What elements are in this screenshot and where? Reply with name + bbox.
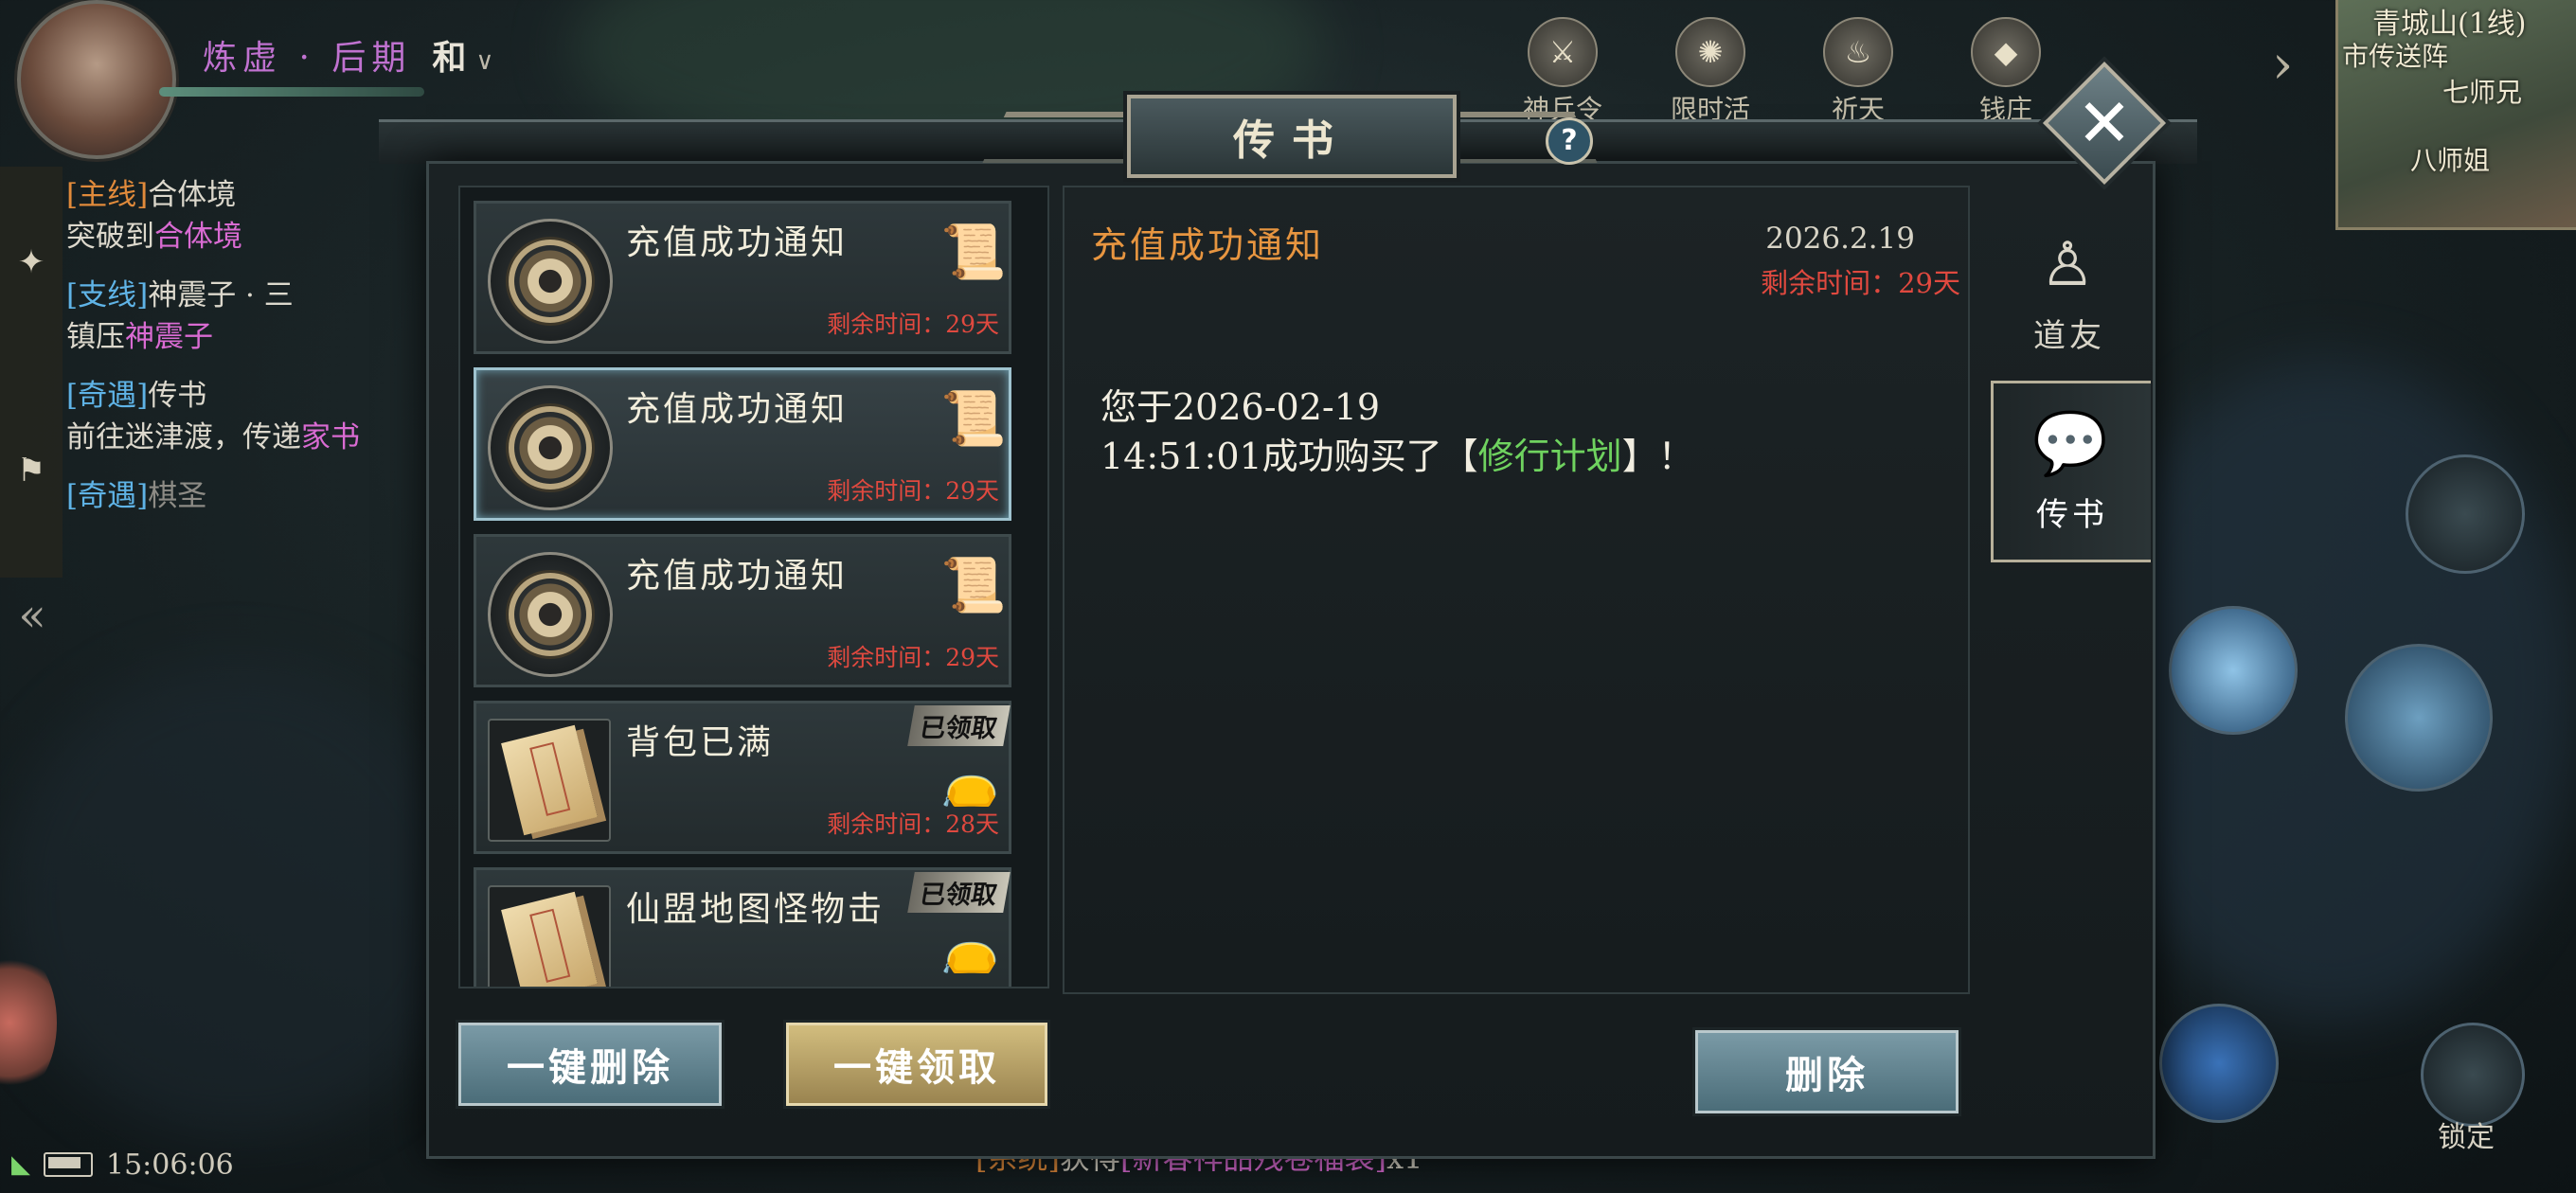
detail-date: 2026.2.19 (1765, 222, 1915, 256)
mail-remaining-time: 剩余时间：28天 (827, 810, 999, 838)
mail-list[interactable]: 充值成功通知 📜 剩余时间：29天 充值成功通知 📜 剩余时间：29天 充值成功… (458, 186, 1049, 988)
mail-detail-panel: 充值成功通知 2026.2.19 剩余时间：29天 您于2026-02-19 1… (1063, 186, 1970, 994)
quest-item[interactable]: [主线]合体境 突破到合体境 (66, 174, 426, 258)
close-icon: ✕ (2076, 84, 2133, 162)
lock-label: 锁定 (2438, 1121, 2495, 1154)
scroll-icon: 📜 (940, 388, 1007, 450)
help-button[interactable]: ? (1546, 117, 1593, 165)
chat-bubble-icon: 💬 (2032, 409, 2112, 479)
mail-title: 背包已满 (626, 723, 775, 762)
mail-item[interactable]: 背包已满 已领取 👝 剩余时间：28天 (474, 701, 1011, 854)
quest-item[interactable]: [奇遇]传书 前往迷津渡，传递家书 (66, 375, 426, 458)
dialog-title: 传书 (1233, 116, 1351, 165)
player-hp-bar (159, 87, 424, 97)
status-bar: ◣ 15:06:06 (0, 1144, 447, 1185)
bag-icon: 👝 (940, 920, 1000, 975)
quest-item[interactable]: [支线]神震子 · 三 镇压神震子 (66, 275, 426, 358)
mail-remaining-time: 剩余时间：29天 (827, 311, 999, 338)
scroll-icon: 📜 (940, 555, 1007, 616)
detail-body-line: 14:51:01成功购买了【修行计划】！ (1100, 436, 1694, 477)
purchased-item-name: 修行计划 (1477, 436, 1622, 477)
detail-remaining-time: 剩余时间：29天 (1761, 267, 1960, 299)
chevron-down-icon[interactable]: ∨ (475, 47, 499, 76)
sword-emblem-icon: ⚔ (1528, 17, 1598, 87)
map-label: 七师兄 (2442, 77, 2523, 108)
collapse-arrow-icon[interactable]: « (8, 585, 57, 646)
clock: 15:06:06 (106, 1148, 234, 1182)
gear-icon (488, 219, 613, 344)
quest-sidebar: ✦ ⚑ (0, 167, 63, 578)
yin-yang-icon[interactable] (2406, 454, 2525, 574)
title-ornament (982, 112, 1149, 163)
altar-icon: ♨ (1823, 17, 1893, 87)
mail-title: 充值成功通知 (626, 390, 849, 429)
scroll-icon: 📜 (940, 222, 1007, 283)
tab-friends[interactable]: ♙ 道友 (1991, 205, 2148, 381)
map-label: 八师姐 (2410, 145, 2491, 176)
mail-item-selected[interactable]: 充值成功通知 📜 剩余时间：29天 (474, 367, 1011, 521)
mail-item[interactable]: 充值成功通知 📜 剩余时间：29天 (474, 534, 1011, 687)
tab-mail[interactable]: 💬 传书 (1991, 381, 2151, 562)
mail-title: 充值成功通知 (626, 223, 849, 262)
mail-remaining-time: 剩余时间：29天 (827, 644, 999, 671)
mail-remaining-time: 剩余时间：29天 (827, 477, 999, 505)
detail-title: 充值成功通知 (1091, 224, 1325, 266)
mail-item[interactable]: 充值成功通知 📜 剩余时间：29天 (474, 201, 1011, 354)
expand-arrow-icon[interactable]: › (2272, 34, 2293, 96)
delete-all-button[interactable]: 一键删除 (458, 1023, 722, 1106)
gear-icon (488, 385, 613, 510)
quest-item[interactable]: [奇遇]棋圣 (66, 475, 426, 517)
delete-button[interactable]: 删除 (1695, 1030, 1959, 1113)
detail-body-line: 您于2026-02-19 (1100, 386, 1381, 428)
bank-icon: ◆ (1971, 17, 2041, 87)
mail-title: 仙盟地图怪物击 (626, 890, 886, 929)
server-tag: 和 (432, 38, 473, 78)
player-realm[interactable]: 炼虚 · 后期和 ∨ (203, 30, 499, 80)
mail-item[interactable]: 仙盟地图怪物击 已领取 👝 (474, 867, 1011, 987)
quest-tracker: [主线]合体境 突破到合体境 [支线]神震子 · 三 镇压神震子 [奇遇]传书 … (66, 174, 426, 534)
skill-button[interactable] (2345, 644, 2493, 792)
detail-body: 您于2026-02-19 14:51:01成功购买了【修行计划】！ (1100, 383, 1915, 481)
battery-icon (44, 1152, 93, 1177)
claimed-badge: 已领取 (907, 705, 1011, 746)
claim-all-button[interactable]: 一键领取 (786, 1023, 1047, 1106)
skill-button[interactable] (2159, 1004, 2279, 1123)
event-icon: ✺ (1675, 17, 1745, 87)
friend-icon: ♙ (2040, 229, 2099, 300)
lock-target-icon[interactable] (2421, 1023, 2525, 1127)
player-avatar[interactable] (17, 0, 176, 159)
wifi-icon: ◣ (11, 1150, 30, 1179)
claimed-badge: 已领取 (907, 872, 1011, 913)
map-label: 市传送阵 (2342, 41, 2449, 72)
letter-icon (488, 719, 611, 842)
side-tabs: ♙ 道友 💬 传书 (1991, 205, 2151, 562)
mail-title: 充值成功通知 (626, 557, 849, 596)
dialog-title-plate: 传书 (1127, 95, 1457, 178)
minimap[interactable]: › 青城山(1线) 市传送阵 七师兄 八师姐 (2272, 0, 2576, 230)
gear-icon (488, 552, 613, 677)
skill-button[interactable] (2169, 606, 2298, 735)
letter-icon (488, 885, 611, 987)
player-realm-text: 炼虚 · 后期 (203, 39, 412, 78)
team-icon[interactable]: ⚑ (11, 451, 51, 490)
quest-icon[interactable]: ✦ (11, 242, 51, 282)
